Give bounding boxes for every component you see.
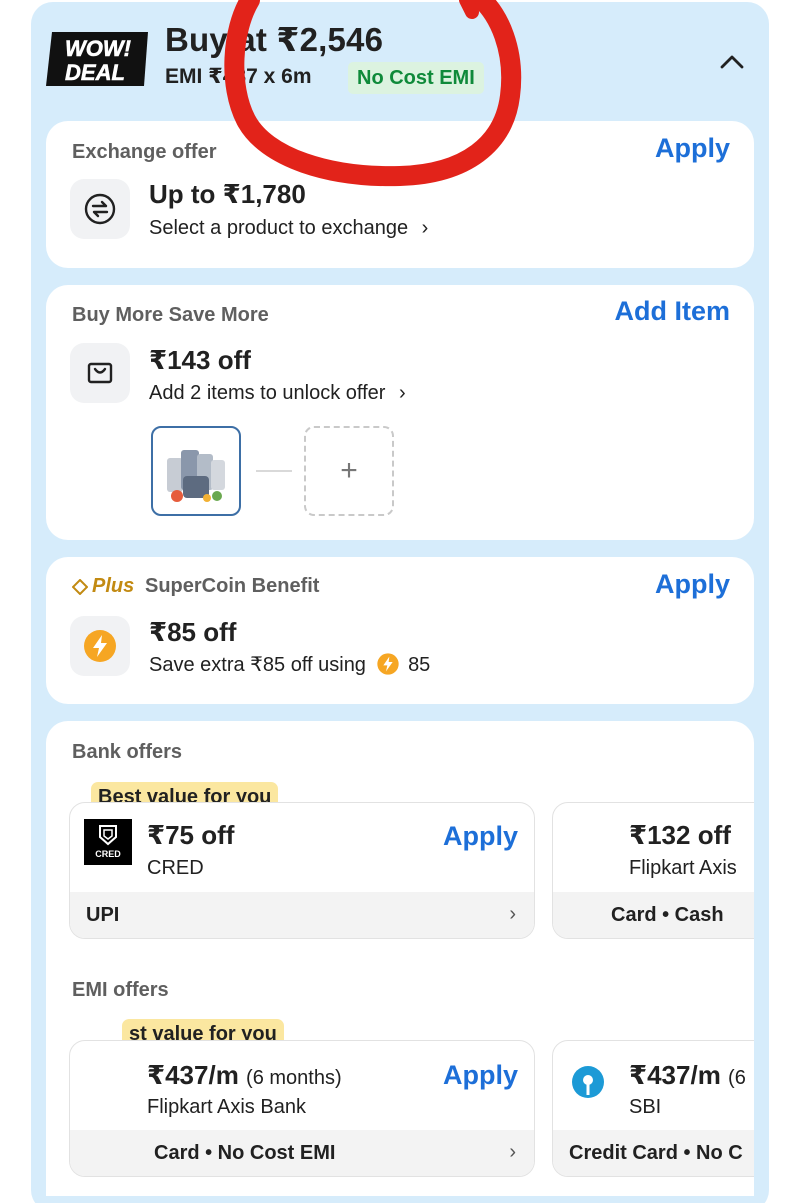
- no-cost-emi-badge: No Cost EMI: [348, 62, 484, 94]
- emi-payment-type: Credit Card • No C: [569, 1142, 743, 1164]
- plus-label: Plus: [92, 575, 135, 597]
- emi-amount: ₹437/m (6 months): [147, 1060, 342, 1091]
- add-item-button[interactable]: Add Item: [614, 296, 730, 327]
- cred-logo-text: CRED: [95, 849, 121, 859]
- exchange-subtitle-link[interactable]: Select a product to exchange ›: [149, 217, 428, 240]
- mixer-grinder-image: [167, 450, 225, 502]
- supercoin-apply-button[interactable]: Apply: [655, 569, 730, 600]
- add-product-slot[interactable]: +: [304, 426, 394, 516]
- bank-offer-flipkart-axis[interactable]: ₹132 off Flipkart Axis Card • Cash: [552, 802, 754, 939]
- emi-payment-type: Card • No Cost EMI: [154, 1142, 336, 1164]
- supercoin-count: 85: [408, 654, 431, 676]
- offer-footer[interactable]: UPI ›: [70, 892, 534, 938]
- supercoin-icon-box: [70, 616, 130, 676]
- exchange-apply-button[interactable]: Apply: [655, 133, 730, 164]
- chevron-right-icon: ›: [509, 1141, 516, 1163]
- wow-deal-logo: WOW! DEAL: [46, 32, 148, 86]
- offer-amount: ₹75 off: [147, 820, 235, 850]
- offer-footer[interactable]: Card • Cash: [553, 892, 754, 938]
- offer-bank-name: Flipkart Axis: [629, 857, 737, 879]
- exchange-subtitle: Select a product to exchange: [149, 217, 409, 239]
- buy-more-amount: ₹143 off: [149, 345, 251, 375]
- emi-months: (6: [728, 1067, 746, 1089]
- emi-monthly: ₹437/m: [629, 1060, 721, 1090]
- supercoin-icon: [84, 630, 116, 662]
- exchange-amount: Up to ₹1,780: [149, 179, 306, 209]
- buy-more-subtitle: Add 2 items to unlock offer: [149, 382, 386, 404]
- offer-amount: ₹132 off: [629, 820, 731, 850]
- supercoin-title: SuperCoin Benefit: [145, 575, 320, 597]
- sbi-logo-icon: [572, 1066, 604, 1098]
- bank-offers-title: Bank offers: [72, 741, 183, 763]
- emi-monthly: ₹437/m: [147, 1060, 239, 1090]
- chevron-right-icon: ›: [509, 903, 516, 925]
- emi-offer-flipkart-axis[interactable]: ₹437/m (6 months) Flipkart Axis Bank App…: [69, 1040, 535, 1177]
- cred-shield-icon: [99, 825, 117, 846]
- plus-icon: +: [340, 454, 358, 487]
- logo-line-2: DEAL: [65, 60, 125, 85]
- emi-amount: ₹437/m (6: [629, 1060, 746, 1091]
- supercoin-amount: ₹85 off: [149, 617, 237, 647]
- bag-icon: [87, 362, 113, 384]
- supercoin-subtitle: Save extra ₹85 off using 85: [149, 652, 430, 677]
- offer-bank-name: CRED: [147, 857, 204, 879]
- connector-line: [256, 470, 292, 472]
- offer-payment-type: UPI: [86, 904, 120, 926]
- emi-apply-button[interactable]: Apply: [443, 1060, 518, 1091]
- emi-footer[interactable]: Credit Card • No C: [553, 1130, 754, 1176]
- offer-payment-type: Card • Cash: [611, 904, 724, 926]
- cred-apply-button[interactable]: Apply: [443, 821, 518, 852]
- chevron-right-icon: ›: [399, 382, 406, 404]
- emi-footer[interactable]: Card • No Cost EMI ›: [70, 1130, 534, 1176]
- bank-offer-cred[interactable]: CRED ₹75 off CRED Apply UPI ›: [69, 802, 535, 939]
- emi-months: (6 months): [246, 1067, 342, 1089]
- selected-product-thumbnail[interactable]: [151, 426, 241, 516]
- buy-more-title: Buy More Save More: [72, 304, 269, 326]
- bag-icon-box: [70, 343, 130, 403]
- exchange-arrows-icon: [84, 193, 116, 225]
- logo-line-1: WOW!: [65, 36, 131, 61]
- emi-amount: EMI ₹437 x 6m: [165, 65, 312, 88]
- emi-bank-name: Flipkart Axis Bank: [147, 1096, 306, 1118]
- exchange-title: Exchange offer: [72, 141, 217, 163]
- buy-more-save-more-card: Buy More Save More Add Item ₹143 off Add…: [46, 285, 754, 540]
- supercoin-subtitle-text: Save extra ₹85 off using: [149, 654, 366, 676]
- buy-more-subtitle-link[interactable]: Add 2 items to unlock offer ›: [149, 382, 406, 405]
- emi-offers-title: EMI offers: [72, 979, 169, 1001]
- supercoin-small-icon: [376, 653, 399, 675]
- chevron-right-icon: ›: [421, 217, 429, 239]
- offers-card: Bank offers Best value for you CRED ₹75 …: [46, 721, 754, 1196]
- plus-diamond-icon: [72, 579, 88, 595]
- exchange-offer-card: Exchange offer Apply Up to ₹1,780 Select…: [46, 121, 754, 268]
- buy-at-price: Buy at ₹2,546: [165, 21, 384, 58]
- emi-offer-sbi[interactable]: ₹437/m (6 SBI Credit Card • No C: [552, 1040, 754, 1177]
- emi-bank-name: SBI: [629, 1096, 662, 1118]
- cred-logo: CRED: [84, 819, 132, 865]
- chevron-up-icon[interactable]: [716, 46, 748, 78]
- exchange-icon-box: [70, 179, 130, 239]
- supercoin-card: Plus SuperCoin Benefit Apply ₹85 off Sav…: [46, 557, 754, 704]
